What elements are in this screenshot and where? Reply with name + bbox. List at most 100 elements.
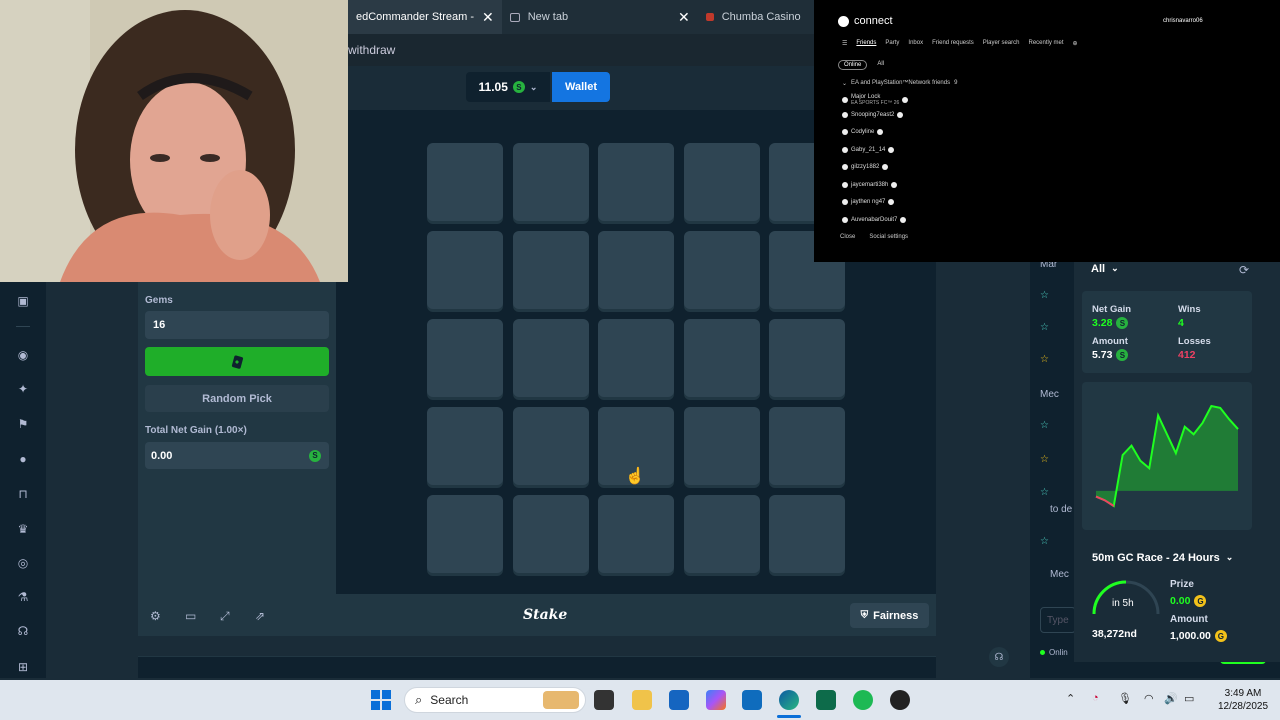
ea-tab-inbox[interactable]: Inbox — [908, 40, 923, 47]
mine-tile[interactable] — [683, 231, 760, 309]
target-icon[interactable]: ◎ — [16, 556, 30, 570]
refresh-icon[interactable]: ⟳ — [1239, 263, 1249, 277]
rocket-icon[interactable]: ✦ — [16, 382, 30, 396]
avatar — [842, 146, 848, 153]
ea-group-header[interactable]: ⌄ EA and PlayStation™Network friends 9 — [842, 80, 957, 87]
live-stats-icon[interactable]: ⤢ — [220, 609, 230, 624]
task-view-icon[interactable] — [594, 690, 614, 710]
ea-add-friend-icon[interactable]: ⊕ — [1073, 40, 1078, 47]
mine-tile[interactable] — [427, 407, 503, 485]
crown-icon[interactable]: ♛ — [16, 522, 30, 536]
ea-friend-row[interactable]: jaycemarti38h — [842, 181, 898, 188]
webcam-feed — [0, 0, 348, 282]
mine-tile[interactable] — [512, 231, 589, 309]
ea-user[interactable]: chrisnavarro06 — [1163, 18, 1203, 24]
taskbar-clock[interactable]: 3:49 AM 12/28/2025 — [1212, 687, 1274, 713]
race-title-dropdown[interactable]: 50m GC Race - 24 Hours ⌄ — [1092, 552, 1233, 564]
random-pick-button[interactable]: Random Pick — [145, 385, 329, 412]
obs-icon[interactable] — [890, 690, 910, 710]
windows-start-icon[interactable] — [371, 690, 391, 710]
ea-filter-online[interactable]: Online — [838, 60, 868, 70]
ea-friend-row[interactable]: AuvenabarDouit7 — [842, 216, 907, 223]
settings-gear-icon[interactable]: ⚙ — [150, 609, 161, 623]
mine-tile[interactable] — [427, 143, 503, 221]
gems-field[interactable]: 16 — [145, 311, 329, 339]
ea-close-button[interactable]: Close — [840, 234, 855, 240]
volume-icon[interactable]: 🔊 — [1164, 692, 1178, 705]
stats-filter-dropdown[interactable]: All ⌄ — [1091, 263, 1119, 275]
mine-tile[interactable] — [683, 407, 760, 485]
flask-icon[interactable]: ⚗ — [16, 590, 30, 604]
battery-icon[interactable]: ▭ — [1184, 692, 1194, 705]
ea-friend-row[interactable]: gilzzy1882 — [842, 164, 889, 170]
ea-tab-recent[interactable]: Recently met — [1028, 40, 1063, 47]
ea-tab-friends[interactable]: Friends — [856, 40, 876, 47]
mine-tile[interactable] — [598, 231, 674, 309]
chat-input[interactable]: Type — [1040, 607, 1076, 633]
ea-filter-all[interactable]: All — [873, 60, 888, 70]
promotions-icon[interactable]: ⚑ — [16, 417, 30, 431]
ea-settings-button[interactable]: Social settings — [869, 234, 908, 240]
chevron-down-icon: ⌄ — [1111, 263, 1119, 273]
microphone-icon[interactable]: 🎙 — [1118, 692, 1132, 705]
race-time-left: in 5h — [1112, 598, 1134, 609]
mine-tile[interactable] — [769, 319, 845, 397]
ea-tab-requests[interactable]: Friend requests — [932, 40, 974, 47]
apps-grid-icon[interactable]: ⊞ — [16, 660, 30, 674]
close-icon[interactable]: ✕ — [678, 9, 690, 26]
chevron-up-icon[interactable]: ⌃ — [1066, 692, 1075, 705]
store-icon[interactable] — [669, 690, 689, 710]
popout-icon[interactable]: ⇗ — [255, 609, 265, 623]
ea-tab-search[interactable]: Player search — [983, 40, 1020, 47]
gold-coin-icon: G — [1214, 630, 1227, 642]
file-explorer-icon[interactable] — [632, 690, 652, 710]
headset-support-icon[interactable]: ☊ — [989, 647, 1009, 667]
bookmark-icon[interactable]: ▣ — [16, 294, 30, 308]
ea-friend-row[interactable]: jaythen ng47 — [842, 199, 895, 205]
shirt-icon[interactable]: ⊓ — [16, 487, 30, 501]
terminal-icon[interactable] — [816, 690, 836, 710]
mine-tile[interactable] — [683, 319, 760, 397]
mine-tile[interactable] — [512, 407, 589, 485]
chat-message: to de — [1050, 504, 1073, 515]
mine-tile[interactable] — [683, 143, 760, 221]
mine-tile[interactable] — [427, 231, 503, 309]
edge-icon[interactable] — [779, 690, 799, 710]
tab-stream[interactable]: edCommander Stream - ✕ — [348, 0, 502, 34]
fairness-button[interactable]: ⛨ Fairness — [850, 603, 929, 628]
close-icon[interactable]: ✕ — [482, 9, 494, 26]
tab-new[interactable]: New tab ✕ — [502, 0, 698, 34]
support-icon[interactable]: ☊ — [16, 624, 30, 638]
outlook-icon[interactable] — [742, 690, 762, 710]
mine-tile[interactable] — [427, 319, 503, 397]
ea-friend-row[interactable]: Major Lock EA SPORTS FC™ 26 — [842, 94, 909, 106]
mine-tile[interactable] — [512, 319, 589, 397]
spotify-icon[interactable] — [853, 690, 873, 710]
mine-tile[interactable] — [598, 319, 674, 397]
mine-tile[interactable] — [769, 407, 845, 485]
taskbar-search[interactable]: ⌕ Search — [404, 687, 586, 713]
wifi-icon[interactable]: ◠ — [1144, 692, 1154, 705]
tab-chumba[interactable]: Chumba Casino — [698, 0, 809, 34]
fire-icon[interactable]: ● — [16, 452, 30, 466]
ea-menu-icon[interactable]: ☰ — [842, 40, 847, 47]
ea-tab-party[interactable]: Party — [885, 40, 899, 47]
mine-tile[interactable] — [512, 143, 589, 221]
address-bar[interactable]: withdraw — [348, 34, 814, 66]
copilot-icon[interactable] — [706, 690, 726, 710]
bet-button[interactable] — [145, 347, 329, 376]
mine-tile[interactable] — [427, 495, 503, 573]
mine-tile[interactable] — [598, 143, 674, 221]
mine-tile[interactable] — [683, 495, 760, 573]
tray-app-icon[interactable]: ◔ — [1092, 692, 1099, 704]
balance-display[interactable]: 11.05 S ⌄ — [466, 72, 550, 102]
mine-tile[interactable] — [598, 495, 674, 573]
casino-icon[interactable]: ◉ — [16, 348, 30, 362]
wallet-button[interactable]: Wallet — [552, 72, 610, 102]
ea-friend-row[interactable]: Gaby_21_14 — [842, 146, 895, 153]
ea-friend-row[interactable]: Snooping7east2 — [842, 111, 904, 118]
theatre-mode-icon[interactable]: ▭ — [185, 609, 196, 623]
ea-friend-row[interactable]: Codyline — [842, 129, 884, 135]
mine-tile[interactable] — [769, 495, 845, 573]
mine-tile[interactable] — [512, 495, 589, 573]
